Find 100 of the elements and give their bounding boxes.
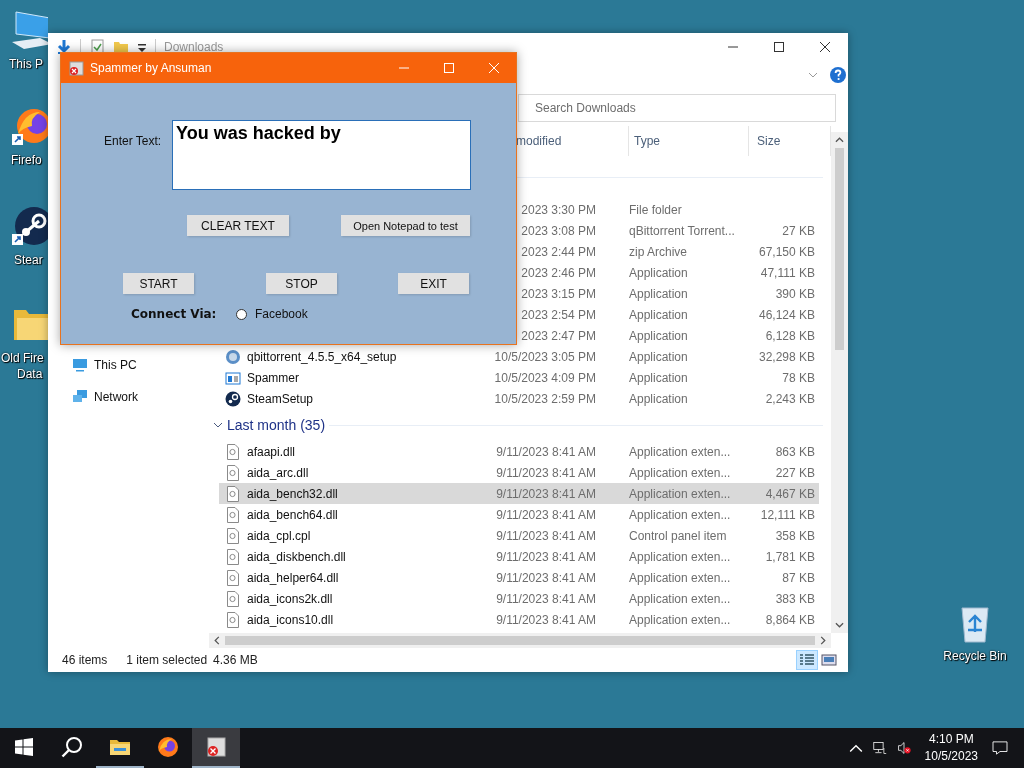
notification-icon[interactable] [992,741,1008,755]
file-icon [225,443,241,460]
date-cell: 2023 2:47 PM [521,328,596,343]
group-header[interactable]: Last month (35) [227,417,326,433]
clock-time[interactable]: 4:10 PM [928,731,974,748]
text-input[interactable]: You was hacked by [172,120,471,190]
date-cell: 10/5/2023 3:05 PM [494,349,596,364]
chevron-down-icon[interactable] [808,72,818,78]
file-row[interactable]: qbittorrent_4.5.5_x64_setup 10/5/2023 3:05 PM Application 32,298 KB [219,346,819,367]
desktop-icon-label: Data [16,366,44,382]
close-icon [820,41,830,52]
date-cell: 10/5/2023 4:09 PM [494,370,596,385]
scroll-thumb[interactable] [835,148,844,350]
scroll-down-icon[interactable] [835,622,844,628]
type-cell: Application exten... [629,444,731,459]
file-name: aida_icons2k.dll [247,591,333,606]
size-cell: 4,467 KB [765,486,815,501]
desktop-icon-label: Stear [13,252,44,268]
size-cell: 1,781 KB [765,549,815,564]
file-icon [225,464,241,481]
file-icon [225,611,241,628]
file-row[interactable]: aida_cpl.cpl 9/11/2023 8:41 AM Control panel item 358 KB [219,525,819,546]
maximize-icon [774,41,784,52]
nav-item[interactable]: Network [48,386,209,408]
desktop-icon-label: This P [8,56,44,72]
date-cell: 9/11/2023 8:41 AM [496,528,596,543]
file-row[interactable]: aida_bench64.dll 9/11/2023 8:41 AM Application exten... 12,111 KB [219,504,819,525]
type-cell: Application exten... [629,465,731,480]
volume-icon[interactable] [896,741,911,755]
app-icon [68,60,84,76]
date-cell: 2023 2:46 PM [521,265,596,280]
size-cell: 6,128 KB [765,328,815,343]
file-name: afaapi.dll [247,444,296,459]
file-icon [225,506,241,523]
size-cell: 87 KB [782,570,815,585]
scroll-left-icon[interactable] [214,636,220,645]
details-view-button[interactable] [796,650,818,670]
chevron-icon[interactable] [213,420,223,430]
type-cell: Application exten... [629,591,731,606]
desktop-icon-label: Old Fire [0,350,45,366]
help-icon[interactable] [830,67,846,83]
size-cell: 390 KB [775,286,815,301]
size-cell: 27 KB [782,223,815,238]
size-cell: 47,111 KB [760,265,815,280]
file-row[interactable]: SteamSetup 10/5/2023 2:59 PM Application 2,243 KB [219,388,819,409]
file-row[interactable]: afaapi.dll 9/11/2023 8:41 AM Application exten... 863 KB [219,441,819,462]
radio-button[interactable] [236,308,247,320]
file-row[interactable]: Spammer 10/5/2023 4:09 PM Application 78 KB [219,367,819,388]
type-cell: Application [629,391,688,406]
file-row[interactable]: aida_icons10.dll 9/11/2023 8:41 AM Application exten... 8,864 KB [219,609,819,630]
globe-icon [225,348,241,365]
type-cell: Application exten... [629,612,731,627]
desktop-icon-label: Recycle Bin [943,648,1007,664]
radio-label[interactable]: Facebook [255,307,308,321]
clock-date[interactable]: 10/5/2023 [924,748,978,765]
date-cell: 9/11/2023 8:41 AM [496,591,596,606]
scroll-up-icon[interactable] [835,137,844,143]
windows-logo-icon [15,738,33,756]
file-row[interactable]: aida_icons2k.dll 9/11/2023 8:41 AM Application exten... 383 KB [219,588,819,609]
firefox-icon [157,736,179,758]
notepad-button[interactable]: Open Notepad to test [341,215,470,236]
size-cell: 227 KB [775,465,815,480]
file-icon [225,590,241,607]
size-cell: 67,150 KB [758,244,815,259]
horizontal-scrollbar[interactable] [209,633,831,648]
search-field[interactable]: Search Downloads [518,94,836,122]
action-button[interactable]: EXIT [398,273,469,294]
file-name: aida_icons10.dll [247,612,334,627]
details-view-icon [799,653,815,667]
selection-count: 1 item selected [126,653,208,667]
connect-label: Connect Via: [131,307,218,321]
action-button[interactable]: START [123,273,194,294]
large-icons-view-icon [821,653,837,667]
computer-icon[interactable] [10,8,48,52]
date-cell: 9/11/2023 8:41 AM [496,507,596,522]
nav-item[interactable]: This PC [48,354,209,376]
file-name: aida_helper64.dll [247,570,339,585]
spammer-taskbar-button[interactable] [192,728,240,768]
action-button[interactable]: STOP [266,273,337,294]
size-cell: 863 KB [775,444,815,459]
file-row[interactable]: aida_arc.dll 9/11/2023 8:41 AM Application exten... 227 KB [219,462,819,483]
scroll-right-icon[interactable] [820,636,826,645]
selected-file-row[interactable]: aida_bench32.dll 9/11/2023 8:41 AM Application exten... 4,467 KB [219,483,819,504]
selection-size: 4.36 MB [213,653,258,667]
file-row[interactable]: aida_helper64.dll 9/11/2023 8:41 AM Application exten... 87 KB [219,567,819,588]
app-icon [205,736,227,758]
type-cell: Application [629,307,688,322]
network-icon[interactable] [872,741,887,755]
file-row[interactable]: aida_diskbench.dll 9/11/2023 8:41 AM Application exten... 1,781 KB [219,546,819,567]
type-cell: qBittorrent Torrent... [629,223,735,238]
type-cell: zip Archive [629,244,688,259]
date-cell: 9/11/2023 8:41 AM [496,612,596,627]
scroll-thumb[interactable] [225,636,815,645]
clear-text-button[interactable]: CLEAR TEXT [187,215,289,236]
application-icon [225,369,241,386]
column-header[interactable]: Type [629,126,749,156]
type-cell: Application exten... [629,486,731,501]
vertical-scrollbar[interactable] [831,132,848,633]
type-cell: Control panel item [629,528,727,543]
type-cell: Application exten... [629,570,731,585]
